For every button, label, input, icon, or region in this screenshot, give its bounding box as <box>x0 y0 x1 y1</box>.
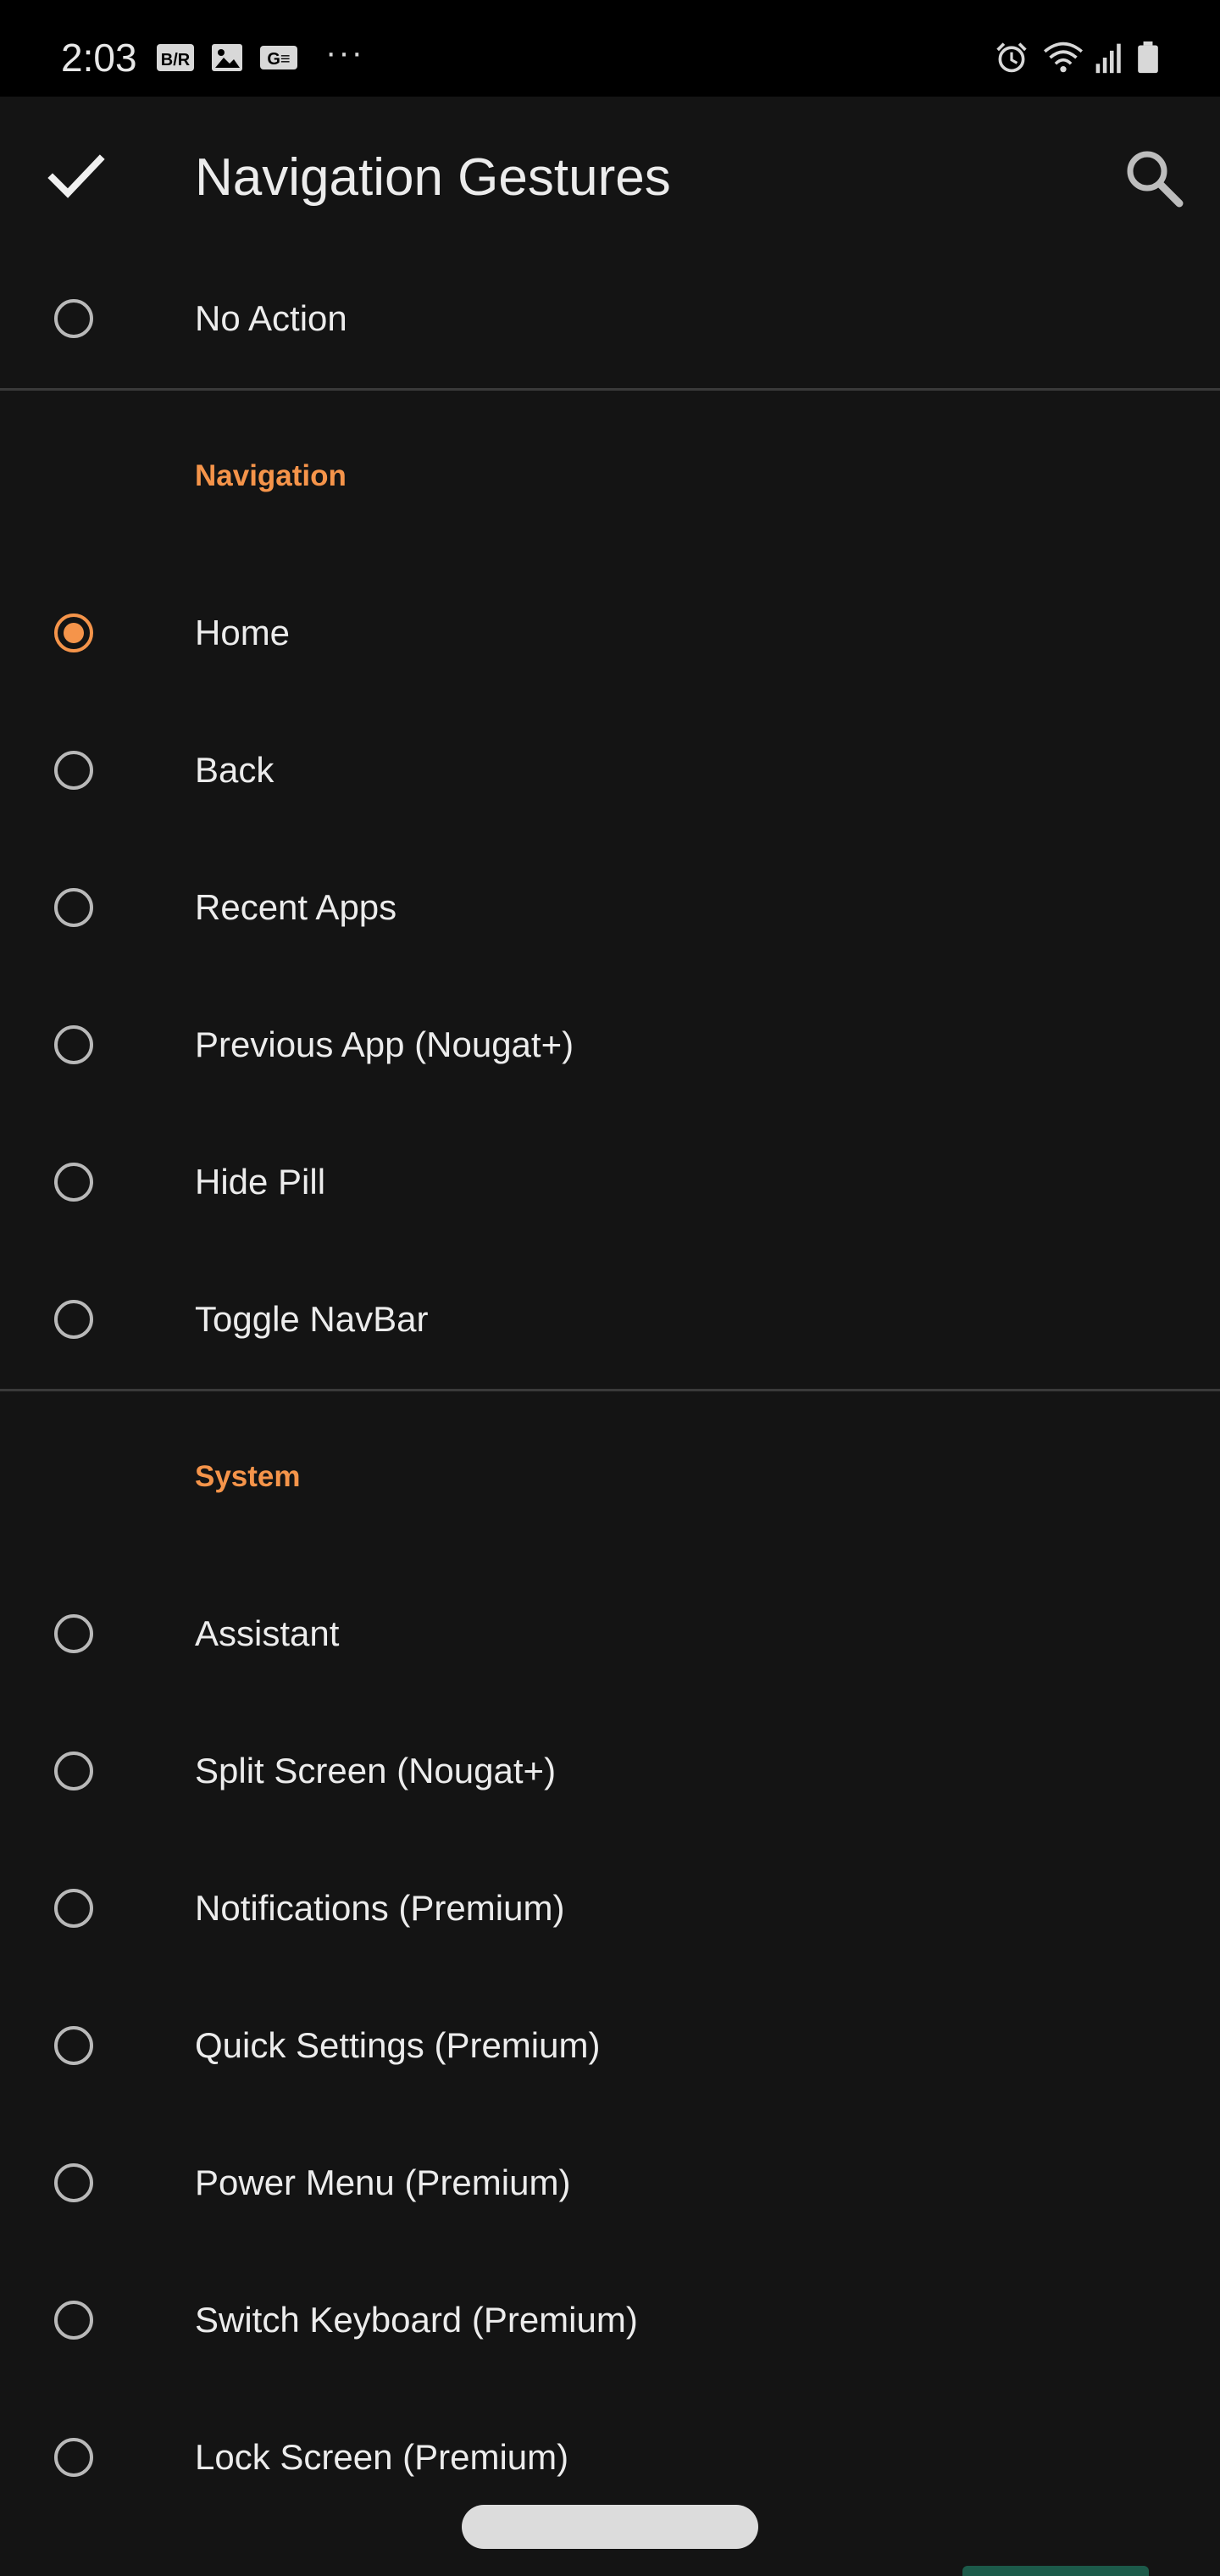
alarm-icon <box>996 42 1027 73</box>
option-switch-keyboard[interactable]: Switch Keyboard (Premium) <box>0 2252 1220 2388</box>
br-icon-label: B/R <box>161 51 191 69</box>
signal-icon <box>1095 43 1121 74</box>
option-label: Quick Settings (Premium) <box>195 2025 601 2065</box>
radio-button[interactable] <box>54 751 93 790</box>
option-label: Split Screen (Nougat+) <box>195 1751 557 1790</box>
option-hide-pill[interactable]: Hide Pill <box>0 1114 1220 1250</box>
section-header-system: System <box>195 1460 301 1493</box>
radio-button[interactable] <box>54 1752 93 1790</box>
option-recent-apps[interactable]: Recent Apps <box>0 840 1220 975</box>
option-label: Home <box>195 613 291 652</box>
option-no-action[interactable]: No Action <box>0 251 1220 386</box>
ge-icon-label: G≡ <box>267 50 290 69</box>
option-previous-app[interactable]: Previous App (Nougat+) <box>0 977 1220 1113</box>
radio-button[interactable] <box>54 1889 93 1928</box>
option-label: Switch Keyboard (Premium) <box>195 2300 638 2340</box>
option-label: Assistant <box>195 1613 340 1653</box>
option-label: Previous App (Nougat+) <box>195 1024 574 1064</box>
option-power-menu[interactable]: Power Menu (Premium) <box>0 2115 1220 2251</box>
option-label: Toggle NavBar <box>195 1299 429 1339</box>
radio-button[interactable] <box>54 1614 93 1653</box>
option-toggle-navbar[interactable]: Toggle NavBar <box>0 1252 1220 1387</box>
search-icon[interactable] <box>1120 144 1188 212</box>
status-bar: 2:03 B/R G≡ ··· <box>0 0 1220 97</box>
option-label: No Action <box>195 298 347 338</box>
option-label: Power Menu (Premium) <box>195 2162 571 2202</box>
gesture-navigation-pill[interactable] <box>462 2505 758 2549</box>
option-label: Notifications (Premium) <box>195 1888 565 1928</box>
radio-button-selected[interactable] <box>54 613 93 652</box>
radio-button[interactable] <box>54 2026 93 2065</box>
app-bar: Navigation Gestures <box>0 97 1220 254</box>
option-label: Hide Pill <box>195 1162 326 1202</box>
radio-button[interactable] <box>54 888 93 927</box>
option-split-screen[interactable]: Split Screen (Nougat+) <box>0 1703 1220 1839</box>
br-icon: B/R <box>157 44 194 71</box>
page-title: Navigation Gestures <box>195 148 671 207</box>
status-time: 2:03 <box>61 36 137 80</box>
radio-button[interactable] <box>54 299 93 338</box>
option-home[interactable]: Home <box>0 565 1220 701</box>
radio-button[interactable] <box>54 2438 93 2477</box>
radio-button[interactable] <box>54 1163 93 1202</box>
floating-button-edge[interactable] <box>962 2566 1149 2576</box>
divider <box>0 388 1220 391</box>
option-back[interactable]: Back <box>0 702 1220 838</box>
option-label: Lock Screen (Premium) <box>195 2437 569 2477</box>
divider <box>0 1389 1220 1391</box>
check-icon[interactable] <box>44 144 108 208</box>
image-icon <box>212 44 242 71</box>
option-label: Recent Apps <box>195 887 397 927</box>
section-header-navigation: Navigation <box>195 459 347 492</box>
battery-icon <box>1138 41 1158 74</box>
radio-button[interactable] <box>54 2163 93 2202</box>
option-label: Back <box>195 750 274 790</box>
wifi-icon <box>1044 42 1083 73</box>
radio-button[interactable] <box>54 1025 93 1064</box>
more-dots-icon: ··· <box>325 34 364 71</box>
ge-icon: G≡ <box>260 46 297 69</box>
option-assistant[interactable]: Assistant <box>0 1566 1220 1702</box>
option-notifications[interactable]: Notifications (Premium) <box>0 1840 1220 1976</box>
option-quick-settings[interactable]: Quick Settings (Premium) <box>0 1978 1220 2113</box>
radio-button[interactable] <box>54 2301 93 2340</box>
radio-button[interactable] <box>54 1300 93 1339</box>
